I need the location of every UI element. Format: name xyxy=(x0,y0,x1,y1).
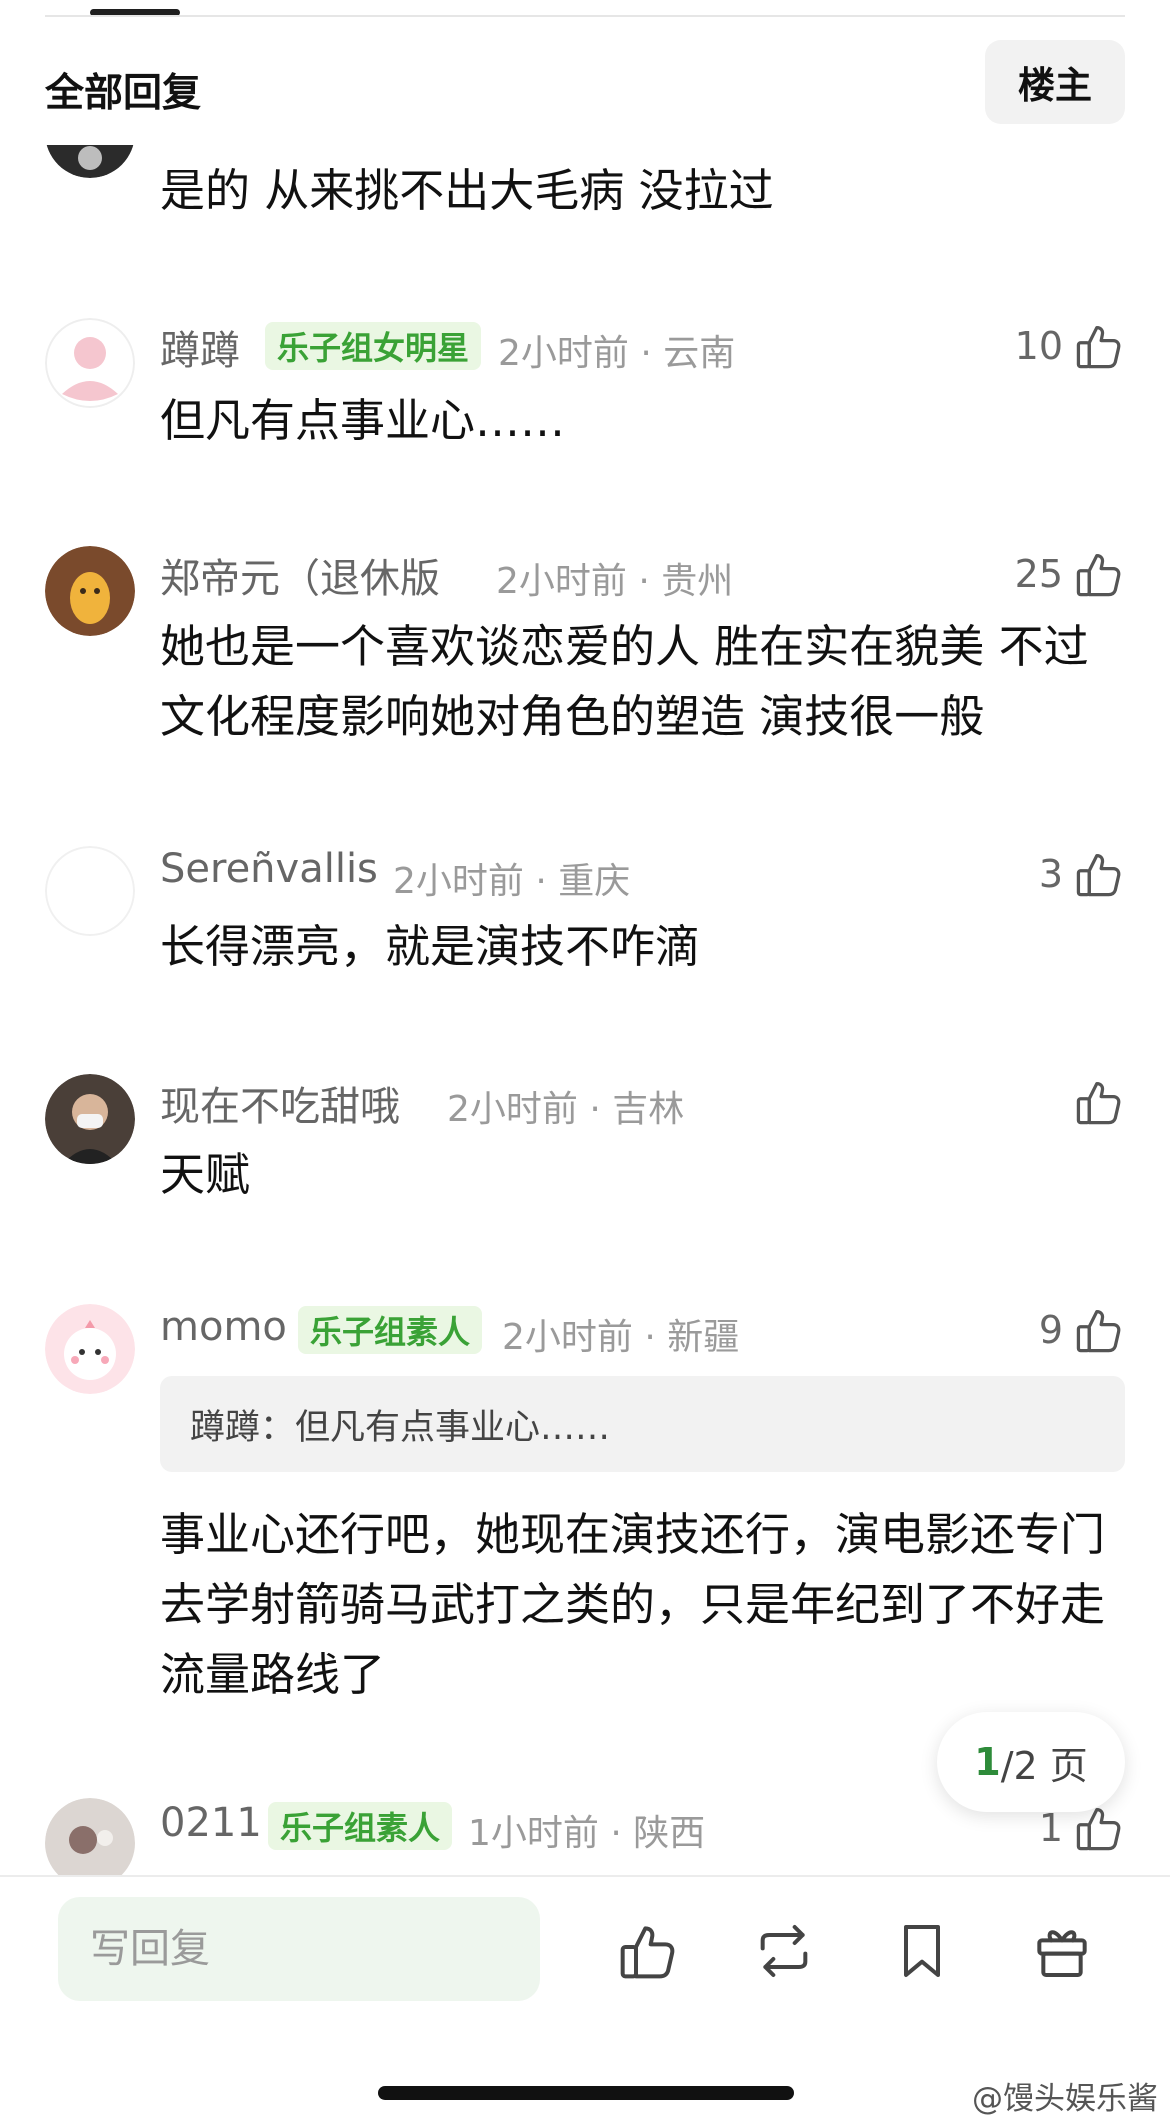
like-icon[interactable] xyxy=(616,1919,680,1983)
username[interactable]: 蹲蹲 xyxy=(160,318,240,376)
comment-time: 2小时前 xyxy=(393,861,524,902)
avatar[interactable] xyxy=(45,546,135,636)
comment-text: 她也是一个喜欢谈恋爱的人 胜在实在貌美 不过文化程度影响她对角色的塑造 演技很一… xyxy=(160,620,1089,743)
comment-text: 但凡有点事业心…… xyxy=(160,394,566,447)
comment-location: 新疆 xyxy=(667,1317,740,1358)
comment-location: 重庆 xyxy=(558,861,631,902)
home-indicator xyxy=(378,2086,794,2100)
comment-text: 长得漂亮，就是演技不咋滴 xyxy=(160,920,701,973)
like-count: 1 xyxy=(1038,1806,1063,1850)
page-current: 1 xyxy=(974,1740,1001,1784)
avatar[interactable] xyxy=(45,1074,135,1164)
comment-time: 2小时前 xyxy=(447,1089,578,1130)
username[interactable]: 现在不吃甜哦 xyxy=(160,1074,400,1132)
username[interactable]: momo xyxy=(160,1304,287,1350)
thumbs-up-icon[interactable] xyxy=(1073,1304,1125,1356)
owner-only-button[interactable]: 楼主 xyxy=(985,40,1125,124)
watermark: @馒头娱乐酱 xyxy=(972,2081,1158,2117)
comment-meta: 2小时前 · 贵州 xyxy=(496,561,734,602)
thumbs-up-icon[interactable] xyxy=(1073,548,1125,600)
comment-meta: 1小时前 · 陕西 xyxy=(468,1813,706,1854)
comment-text: 天赋 xyxy=(160,1148,251,1201)
thumbs-up-icon[interactable] xyxy=(1073,848,1125,900)
thumbs-up-icon[interactable] xyxy=(1073,320,1125,372)
username[interactable]: 郑帝元（退休版 xyxy=(160,546,440,604)
comment-meta: 2小时前 · 吉林 xyxy=(447,1089,685,1130)
reply-input[interactable] xyxy=(58,1897,540,2001)
comment-text: 事业心还行吧，她现在演技还行，演电影还专门去学射箭骑马武打之类的，只是年纪到了不… xyxy=(160,1508,1106,1701)
gift-icon[interactable] xyxy=(1030,1919,1094,1983)
comment-time: 2小时前 xyxy=(502,1317,633,1358)
comment-time: 2小时前 xyxy=(496,561,627,602)
like-count: 9 xyxy=(1038,1308,1063,1352)
username[interactable]: 0211 xyxy=(160,1800,262,1846)
like-control[interactable]: 9 xyxy=(1039,1302,1125,1358)
like-count: 25 xyxy=(1014,552,1063,596)
like-count: 10 xyxy=(1014,324,1063,368)
like-control[interactable]: 10 xyxy=(1015,318,1125,374)
avatar[interactable] xyxy=(45,846,135,936)
user-badge: 乐子组女明星 xyxy=(265,322,482,370)
page-total: /2 页 xyxy=(1000,1743,1088,1788)
avatar[interactable] xyxy=(45,1798,135,1875)
like-count: 3 xyxy=(1038,852,1063,896)
quoted-reply[interactable]: 蹲蹲：但凡有点事业心…… xyxy=(160,1376,1125,1472)
comment-location: 贵州 xyxy=(661,561,734,602)
comment-location: 吉林 xyxy=(612,1089,685,1130)
user-badge: 乐子组素人 xyxy=(268,1802,453,1850)
comment-meta: 2小时前 · 重庆 xyxy=(393,861,631,902)
user-badge: 乐子组素人 xyxy=(298,1306,483,1354)
page-indicator[interactable]: 1/2 页 xyxy=(937,1712,1125,1812)
replies-header: 全部回复 楼主 xyxy=(0,40,1170,130)
bottom-action-bar: @馒头娱乐酱 xyxy=(0,1875,1170,2125)
repost-icon[interactable] xyxy=(752,1919,816,1983)
top-divider xyxy=(45,15,1125,17)
like-control[interactable]: 3 xyxy=(1039,846,1125,902)
comment-meta: 2小时前 · 新疆 xyxy=(502,1317,740,1358)
avatar[interactable] xyxy=(45,318,135,408)
username[interactable]: Sereñvallis xyxy=(160,846,378,892)
avatar[interactable] xyxy=(45,1304,135,1394)
like-control[interactable]: 25 xyxy=(1015,546,1125,602)
comment-location: 陕西 xyxy=(633,1813,706,1854)
bookmark-icon[interactable] xyxy=(890,1919,954,1983)
thumbs-up-icon[interactable] xyxy=(1073,1076,1125,1128)
comment-location: 云南 xyxy=(663,333,736,374)
comment-meta: 2小时前 · 云南 xyxy=(498,333,736,374)
like-control[interactable] xyxy=(1063,1074,1125,1130)
page-title: 全部回复 xyxy=(45,71,202,116)
comment-time: 1小时前 xyxy=(468,1813,599,1854)
comment-time: 2小时前 xyxy=(498,333,629,374)
comment-text: 是的 从来挑不出大毛病 没拉过 xyxy=(160,164,774,217)
